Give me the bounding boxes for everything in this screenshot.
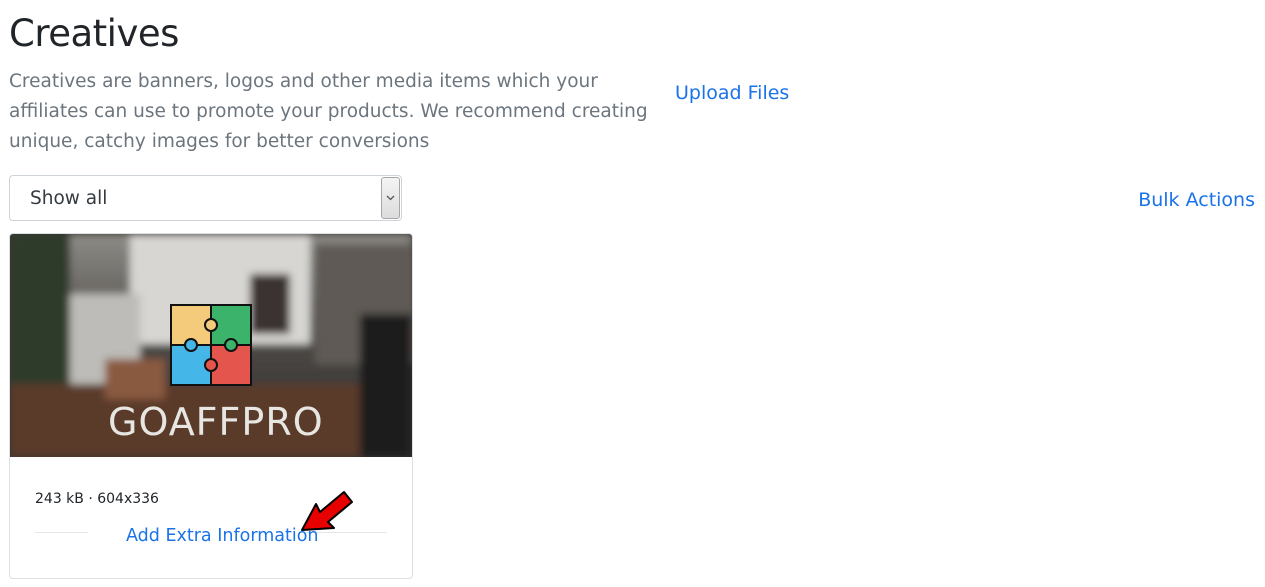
page-title: Creatives (9, 12, 179, 55)
add-extra-information-link[interactable]: Add Extra Information (126, 525, 319, 547)
creative-thumbnail[interactable]: GOAFFPRO (10, 234, 412, 457)
creative-brand-text: GOAFFPRO (108, 400, 324, 444)
creative-meta: 243 kB · 604x336 (35, 491, 159, 507)
bulk-actions-link[interactable]: Bulk Actions (1138, 188, 1255, 212)
divider (35, 532, 88, 533)
chevron-down-icon[interactable] (381, 177, 400, 219)
filter-selected-value: Show all (30, 188, 108, 209)
page-description: Creatives are banners, logos and other m… (9, 71, 648, 152)
red-arrow-icon (301, 491, 353, 531)
puzzle-logo-icon (170, 304, 252, 386)
filter-select[interactable]: Show all (9, 175, 402, 221)
upload-files-link[interactable]: Upload Files (675, 81, 789, 105)
